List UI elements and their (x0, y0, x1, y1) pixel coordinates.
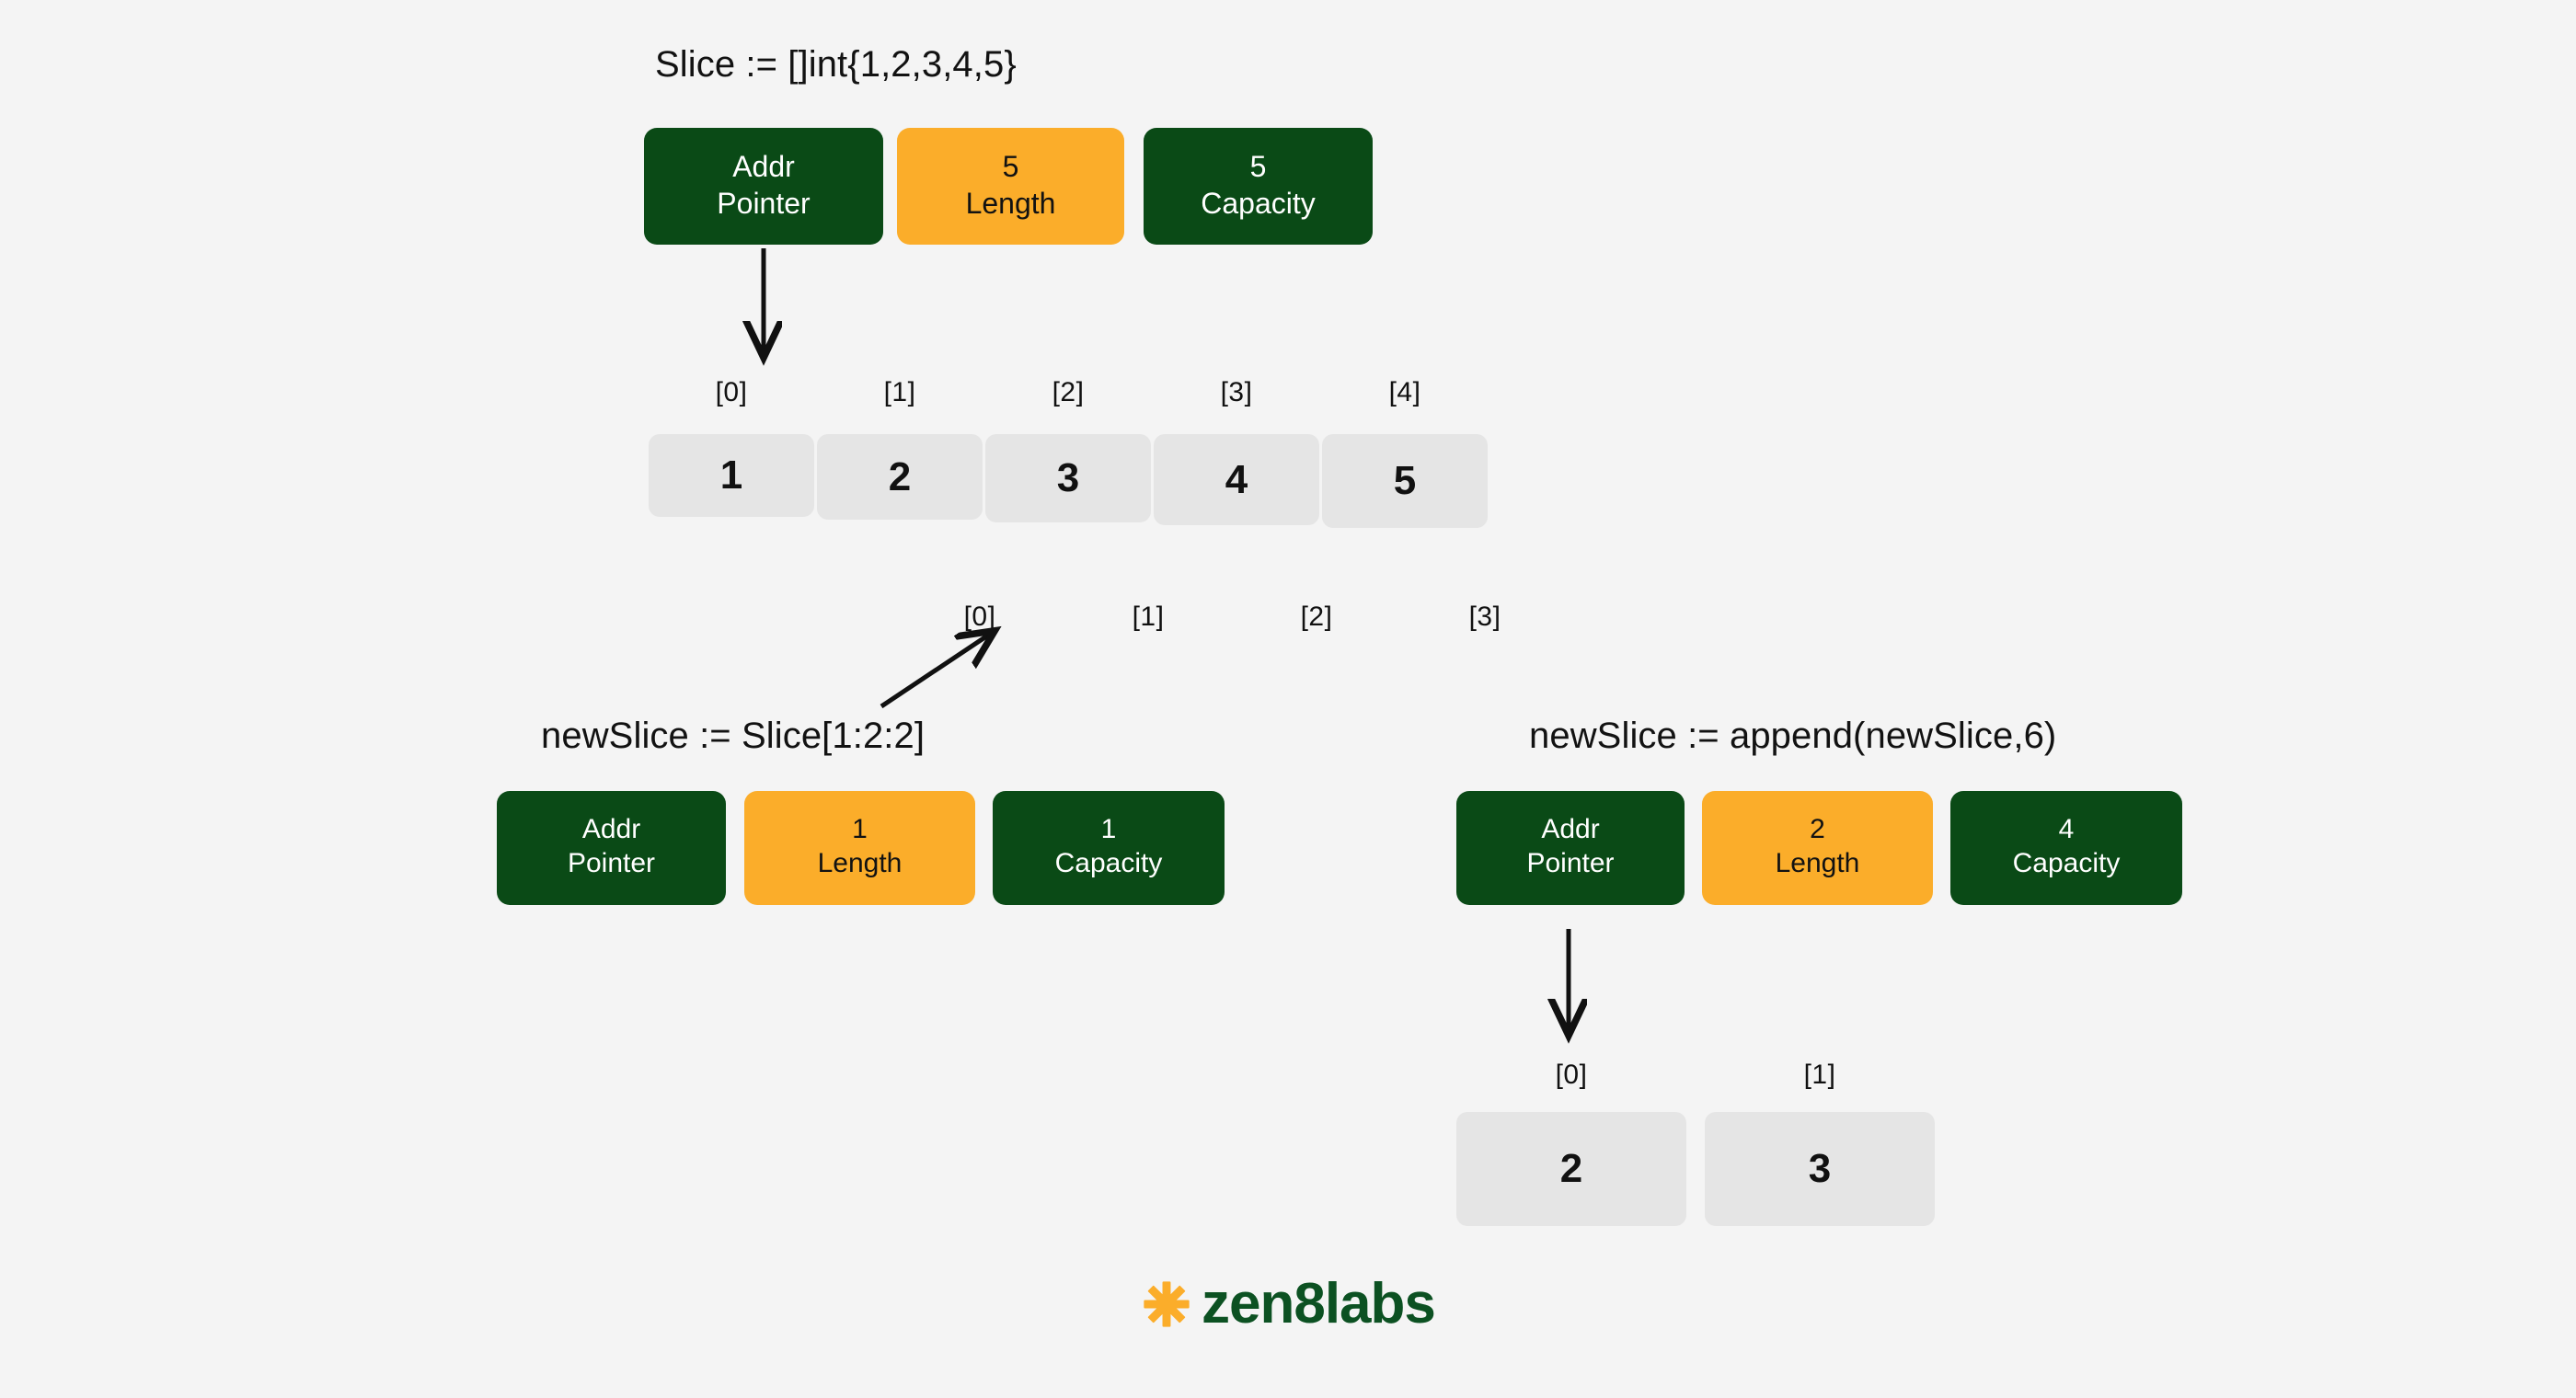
top-array-index-row: [0] [1] [2] [3] [4] (649, 377, 1488, 408)
bottom-left-length-value: 1 (852, 814, 868, 845)
top-array-cell-3: 4 (1154, 434, 1319, 525)
top-array-index-3: [3] (1220, 377, 1253, 407)
top-slice-caption: Slice := []int{1,2,3,4,5} (655, 44, 1017, 85)
bottom-right-length-label: Length (1775, 848, 1860, 878)
bottom-left-capacity-label: Capacity (1054, 848, 1163, 878)
bottom-right-array-cell-0: 2 (1456, 1112, 1686, 1226)
top-array-cell-2: 3 (985, 434, 1151, 522)
bottom-left-header: Addr Pointer 1 Length 1 Capacity (497, 791, 1225, 905)
bottom-right-length-box: 2 Length (1702, 791, 1933, 905)
top-array-subindex-0: [0] (963, 602, 996, 632)
bottom-left-pointer-arrow (880, 633, 992, 709)
bottom-left-capacity-value: 1 (1100, 814, 1117, 845)
logo-wordmark: zen8labs (1202, 1272, 1436, 1335)
bottom-right-caption: newSlice := append(newSlice,6) (1529, 716, 2057, 756)
bottom-left-pointer-line2: Pointer (567, 848, 656, 878)
bottom-right-capacity-label: Capacity (2012, 848, 2121, 878)
bottom-right-length-value: 2 (1810, 814, 1825, 845)
top-header-length-label: Length (965, 186, 1056, 220)
top-array-index-4: [4] (1388, 377, 1421, 407)
top-array-index-2: [2] (1052, 377, 1085, 407)
top-array-cells: 1 2 3 4 5 (649, 434, 1488, 528)
bottom-right-header: Addr Pointer 2 Length 4 Capacity (1456, 791, 2182, 905)
bottom-right-index-0: [0] (1555, 1060, 1588, 1090)
asterisk-icon (1144, 1280, 1190, 1327)
bottom-right-array-cells: 2 3 (1456, 1112, 1935, 1226)
bottom-right-pointer-box: Addr Pointer (1456, 791, 1685, 905)
bottom-right-array-cell-1: 3 (1705, 1112, 1935, 1226)
bottom-right-pointer-line1: Addr (1541, 814, 1600, 845)
top-slice-header: Addr Pointer 5 Length 5 Capacity (644, 128, 1373, 245)
bottom-right-index-1: [1] (1803, 1060, 1836, 1090)
top-header-length-value: 5 (1002, 150, 1019, 184)
bottom-right-capacity-value: 4 (2058, 814, 2075, 845)
top-header-length-box: 5 Length (897, 128, 1124, 245)
bottom-right-index-row: [0] [1] (1456, 1060, 1935, 1091)
bottom-right-pointer-line2: Pointer (1526, 848, 1615, 878)
bottom-left-capacity-box: 1 Capacity (993, 791, 1225, 905)
diagram-canvas: Slice := []int{1,2,3,4,5} Addr Pointer 5… (0, 0, 2576, 1398)
top-array-cell-1: 2 (817, 434, 983, 520)
top-header-capacity-box: 5 Capacity (1144, 128, 1373, 245)
top-header-pointer-line2: Pointer (717, 186, 811, 220)
top-array-subindex-1: [1] (1132, 602, 1165, 632)
top-array-cell-4: 5 (1322, 434, 1488, 528)
bottom-left-length-box: 1 Length (744, 791, 975, 905)
bottom-right-capacity-box: 4 Capacity (1950, 791, 2182, 905)
bottom-left-length-label: Length (817, 848, 903, 878)
bottom-left-pointer-box: Addr Pointer (497, 791, 726, 905)
top-header-pointer-line1: Addr (732, 150, 795, 184)
top-header-pointer-box: Addr Pointer (644, 128, 883, 245)
bottom-left-caption: newSlice := Slice[1:2:2] (541, 716, 926, 756)
top-array-index-0: [0] (715, 377, 748, 407)
top-array-subindex-row: [0] [1] [2] [3] (897, 602, 1568, 633)
top-header-capacity-label: Capacity (1201, 186, 1316, 220)
top-array-subindex-3: [3] (1468, 602, 1501, 632)
zen8labs-logo: zen8labs (1141, 1271, 1436, 1336)
top-array-cell-0: 1 (649, 434, 814, 517)
top-array-index-1: [1] (883, 377, 916, 407)
top-array-subindex-2: [2] (1300, 602, 1333, 632)
bottom-left-pointer-line1: Addr (581, 814, 641, 845)
top-header-capacity-value: 5 (1249, 150, 1267, 184)
